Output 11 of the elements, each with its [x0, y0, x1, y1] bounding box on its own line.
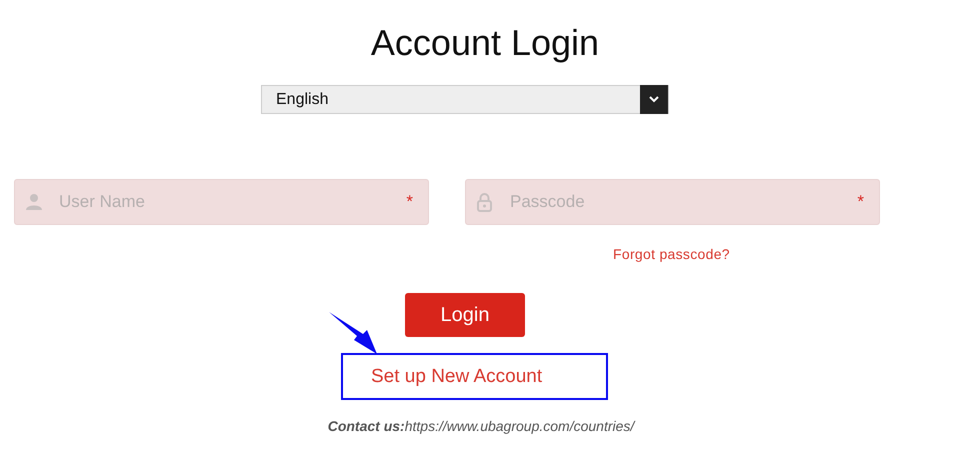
- lock-icon: [477, 193, 492, 212]
- setup-account-link[interactable]: Set up New Account: [371, 366, 542, 388]
- required-asterisk: *: [857, 192, 864, 212]
- chevron-down-icon: [649, 96, 659, 103]
- login-button[interactable]: Login: [405, 293, 525, 337]
- contact-text: Contact us:https://www.ubagroup.com/countries/: [328, 418, 634, 434]
- forgot-passcode-link[interactable]: Forgot passcode?: [613, 246, 730, 262]
- user-icon: [26, 193, 42, 210]
- page-title: Account Login: [370, 21, 600, 64]
- language-select[interactable]: English: [261, 85, 669, 114]
- required-asterisk: *: [406, 192, 413, 212]
